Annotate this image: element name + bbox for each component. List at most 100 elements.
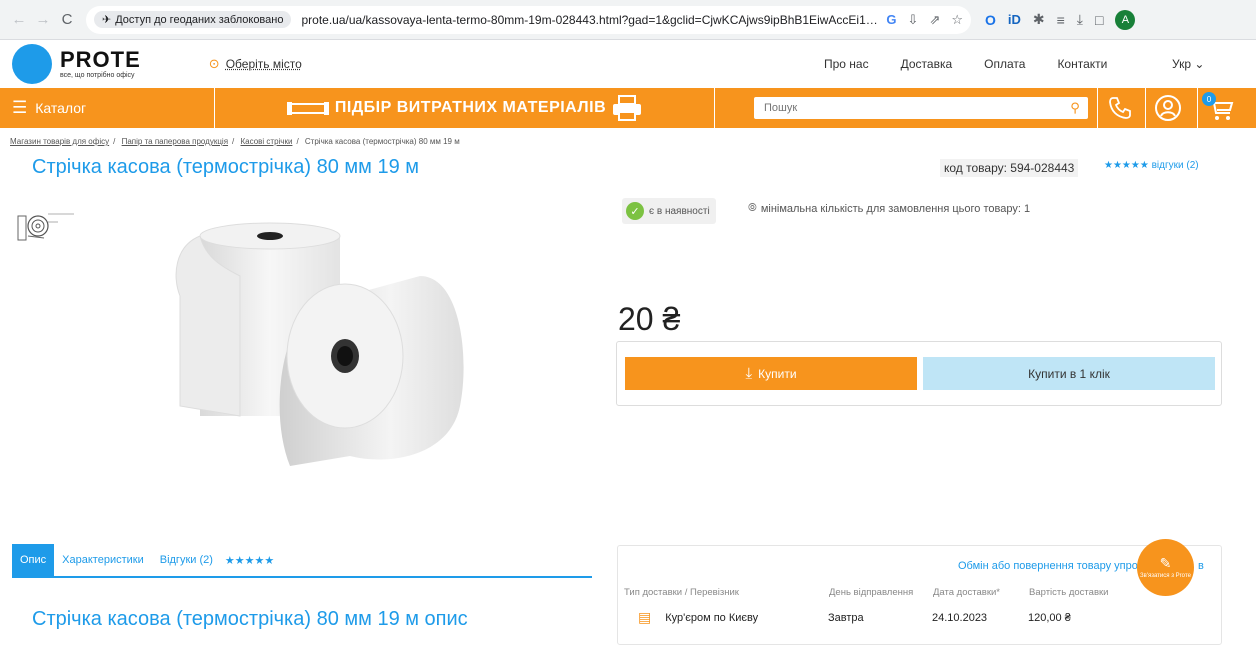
side-panel-icon[interactable]: □ — [1095, 12, 1103, 28]
bookmark-star-icon[interactable]: ☆ — [951, 12, 963, 28]
user-icon — [1155, 95, 1181, 121]
breadcrumb-link[interactable]: Магазин товарів для офісу — [10, 137, 109, 146]
delivery-date: 24.10.2023 — [932, 611, 988, 624]
chat-icon: ✎ — [1159, 554, 1172, 571]
extensions-puzzle-icon[interactable]: ✱ — [1033, 11, 1045, 28]
ship-day: Завтра — [828, 611, 864, 624]
product-tabs: Опис Характеристики Відгуки (2) ★★★★★ — [12, 544, 592, 578]
google-icon[interactable]: G — [886, 12, 896, 28]
city-selector[interactable]: ⊙ Оберіть місто — [209, 56, 302, 72]
catalog-button[interactable]: ☰ Каталог — [0, 88, 215, 128]
search-input[interactable] — [754, 102, 1062, 114]
cart-button[interactable]: 0 — [1197, 88, 1242, 128]
delivery-cost: 120,00 ₴ — [1028, 611, 1071, 624]
stock-status-badge: ✓ є в наявності — [622, 198, 716, 224]
delivery-table-header: Тип доставки / Перевізник День відправле… — [624, 587, 1224, 598]
breadcrumb: Магазин товарів для офісу / Папір та папе… — [10, 137, 460, 146]
forward-icon[interactable]: → — [32, 9, 54, 31]
contact-chat-button[interactable]: ✎ Зв'язатися з Proте — [1137, 539, 1194, 596]
cart-count-badge: 0 — [1202, 92, 1216, 106]
back-icon[interactable]: ← — [8, 9, 30, 31]
cart-add-icon: ⤓ — [745, 365, 753, 382]
breadcrumb-link[interactable]: Папір та паперова продукція — [122, 137, 228, 146]
min-order-info: ⦾ мінімальна кількість для замовлення ць… — [748, 202, 1030, 215]
rating-summary[interactable]: ★★★★★ відгуки (2) — [1104, 160, 1199, 171]
courier-box-icon: ▤ — [638, 609, 652, 625]
reload-icon[interactable]: C — [56, 9, 78, 31]
printer-icon — [613, 95, 642, 121]
product-title-row: Стрічка касова (термострічка) 80 мм 19 м… — [0, 146, 1256, 186]
reviews-link[interactable]: відгуки (2) — [1152, 160, 1199, 171]
geo-chip-label: Доступ до геоданих заблоковано — [115, 13, 284, 26]
min-order-label: мінімальна кількість для замовлення цьог… — [760, 202, 1031, 215]
idp-extension-icon[interactable]: iD — [1008, 12, 1021, 27]
col-header-carrier: Тип доставки / Перевізник — [624, 587, 739, 598]
description-title: Стрічка касова (термострічка) 80 мм 19 м… — [32, 608, 468, 630]
address-bar[interactable]: ✈ Доступ до геоданих заблоковано prote.u… — [86, 5, 971, 34]
chat-label: Зв'язатися з Proте — [1140, 572, 1191, 579]
share-icon[interactable]: ⇗ — [929, 12, 940, 28]
nav-about[interactable]: Про нас — [824, 57, 869, 71]
exchange-return-link-end[interactable]: в — [1198, 560, 1204, 572]
table-row: ▤ Кур'єром по Києву Завтра 24.10.2023 12… — [638, 609, 1238, 626]
promo-label: ПІДБІР ВИТРАТНИХ МАТЕРІАЛІВ — [334, 99, 607, 116]
top-nav: Про нас Доставка Оплата Контакти — [824, 57, 1139, 71]
city-label: Оберіть місто — [225, 57, 302, 71]
check-icon: ✓ — [626, 202, 644, 220]
box-icon: ⦾ — [748, 202, 757, 214]
buy-box: ⤓ Купити Купити в 1 клік — [616, 341, 1222, 406]
col-header-cost: Вартість доставки — [1029, 587, 1109, 598]
logo-name: PROTE — [60, 47, 141, 72]
product-price: 20 ₴ — [618, 301, 681, 337]
site-logo[interactable]: PROTE все, що потрібно офісу — [12, 44, 141, 84]
browser-toolbar: ← → C ✈ Доступ до геоданих заблоковано p… — [0, 0, 1256, 40]
site-header: PROTE все, що потрібно офісу ⊙ Оберіть м… — [0, 40, 1256, 88]
product-image[interactable] — [160, 216, 480, 506]
col-header-ship-day: День відправлення — [829, 587, 914, 598]
toner-cartridge-icon — [286, 102, 329, 115]
chevron-down-icon: ⌄ — [1194, 57, 1205, 71]
tab-description[interactable]: Опис — [12, 544, 55, 576]
delivery-panel: Обмін або повернення товару упро в Тип д… — [617, 545, 1222, 645]
stock-status-label: є в наявності — [649, 205, 710, 217]
main-nav-bar: ☰ Каталог ПІДБІР ВИТРАТНИХ МАТЕРІАЛІВ ⚲ — [0, 88, 1256, 128]
reading-list-icon[interactable]: ≡ — [1057, 12, 1065, 28]
tab-rating-stars: ★★★★★ — [224, 554, 275, 567]
tab-characteristics[interactable]: Характеристики — [54, 544, 152, 576]
col-header-date: Дата доставки* — [933, 587, 1000, 598]
nav-contacts[interactable]: Контакти — [1057, 57, 1107, 71]
catalog-label: Каталог — [35, 100, 87, 116]
profile-avatar[interactable]: A — [1115, 9, 1136, 30]
logo-circle-icon — [12, 44, 52, 84]
product-thumbnail[interactable] — [14, 206, 76, 254]
search-icon[interactable]: ⚲ — [1062, 100, 1088, 116]
opera-extension-icon[interactable]: O — [985, 12, 996, 28]
geo-blocked-chip[interactable]: ✈ Доступ до геоданих заблоковано — [94, 11, 292, 28]
breadcrumb-current: Стрічка касова (термострічка) 80 мм 19 м — [304, 137, 460, 146]
breadcrumb-link[interactable]: Касові стрічки — [241, 137, 293, 146]
consumables-finder-banner[interactable]: ПІДБІР ВИТРАТНИХ МАТЕРІАЛІВ — [215, 88, 715, 128]
language-label: Укр — [1172, 57, 1192, 71]
buy-button[interactable]: ⤓ Купити — [625, 357, 917, 390]
location-pin-icon: ⊙ — [208, 56, 220, 71]
install-app-icon[interactable]: ⇩ — [908, 12, 919, 28]
url-text[interactable]: prote.ua/ua/kassovaya-lenta-termo-80mm-1… — [301, 13, 878, 27]
nav-delivery[interactable]: Доставка — [901, 57, 953, 71]
rating-stars: ★★★★★ — [1104, 160, 1149, 171]
page-title: Стрічка касова (термострічка) 80 мм 19 м — [32, 156, 420, 178]
product-main: ✓ є в наявності ⦾ мінімальна кількість д… — [0, 186, 1256, 516]
location-off-icon: ✈ — [102, 14, 112, 26]
buy-button-label: Купити — [758, 366, 797, 381]
phone-icon — [1109, 97, 1131, 119]
product-sku: код товару: 594-028443 — [940, 159, 1079, 177]
downloads-icon[interactable]: ⤓ — [1077, 11, 1083, 28]
language-selector[interactable]: Укр ⌄ — [1172, 57, 1204, 71]
account-button[interactable] — [1145, 88, 1190, 128]
logo-tagline: все, що потрібно офісу — [60, 72, 135, 79]
buy-one-click-button[interactable]: Купити в 1 клік — [923, 357, 1215, 390]
carrier-name: Кур'єром по Києву — [665, 611, 759, 624]
nav-payment[interactable]: Оплата — [984, 57, 1025, 71]
search-box: ⚲ — [754, 97, 1088, 119]
phone-button[interactable] — [1097, 88, 1142, 128]
tab-reviews[interactable]: Відгуки (2) — [152, 544, 221, 576]
